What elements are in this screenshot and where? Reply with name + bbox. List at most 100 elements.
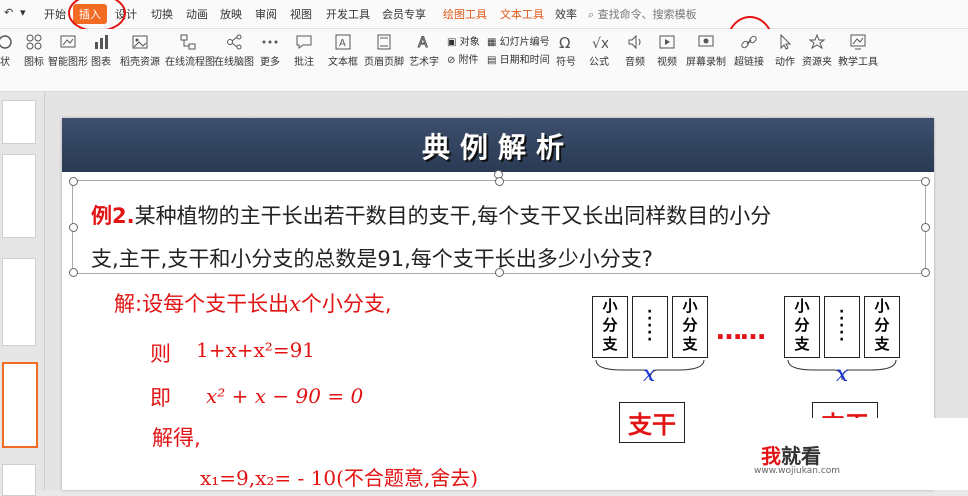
undo-icon[interactable]: ↶ — [4, 6, 13, 19]
teaching-tools-button[interactable]: 教学工具 — [838, 29, 878, 91]
tab-efficiency[interactable]: 效率 — [555, 6, 577, 22]
date-time-button[interactable]: ▤ 日期和时间 — [487, 51, 550, 66]
tab-text-tools[interactable]: 文本工具 — [500, 6, 544, 22]
image-icon — [132, 35, 148, 49]
shell-resources-button[interactable]: 稻壳资源 — [120, 29, 160, 91]
hyperlink-button[interactable]: 超链接 — [734, 29, 764, 91]
comment-icon — [296, 35, 312, 49]
more-button[interactable]: 更多 — [256, 29, 284, 91]
calendar-icon: ▤ — [487, 55, 500, 66]
mindmap-button[interactable]: 在线脑图 — [214, 29, 254, 91]
problem-line-2: 支,主干,支干和小分支的总数是91,每个支干长出多少小分支? — [91, 247, 653, 271]
watermark-logo: 我就看 — [761, 440, 821, 469]
slide-number-label: 幻灯片编号 — [499, 37, 550, 48]
tab-animation[interactable]: 动画 — [186, 6, 208, 22]
x-label: x — [643, 362, 656, 387]
problem-textbox[interactable]: 例2.某种植物的主干长出若干数目的支干,每个支干又长出同样数目的小分 支,主干,支… — [69, 177, 930, 277]
symbol-button[interactable]: Ω 符号 — [552, 29, 580, 91]
video-icon — [659, 35, 675, 49]
problem-line-1: 某种植物的主干长出若干数目的支干,每个支干又长出同样数目的小分 — [134, 204, 772, 228]
tab-slideshow[interactable]: 放映 — [220, 6, 242, 22]
mindmap-icon — [227, 34, 242, 50]
header-footer-label: 页眉页脚 — [364, 57, 404, 68]
resize-handle[interactable] — [69, 268, 78, 277]
ji-label: 即 — [150, 386, 171, 410]
resize-handle[interactable] — [921, 223, 930, 232]
teaching-tools-icon — [850, 34, 866, 50]
slide-title-banner: 典例解析 — [62, 118, 934, 172]
header-footer-icon — [377, 34, 391, 50]
resize-handle[interactable] — [921, 177, 930, 186]
solution-line-1: 解:设每个支干长出x个小分支, — [114, 288, 392, 318]
screen-record-icon — [698, 35, 714, 47]
flowchart-button[interactable]: 在线流程图 — [165, 29, 215, 91]
resize-handle[interactable] — [495, 177, 504, 186]
object-button[interactable]: ▣ 对象 — [447, 33, 480, 48]
svg-text:A: A — [418, 35, 428, 51]
equation-3: x₁=9,x₂= - 10(不合题意,舍去) — [200, 466, 479, 490]
slide-thumbnail-panel[interactable] — [0, 92, 45, 496]
screen-record-label: 屏幕录制 — [686, 57, 726, 68]
star-icon — [808, 33, 826, 50]
attachment-icon: ⊘ — [447, 55, 459, 66]
resize-handle[interactable] — [69, 223, 78, 232]
symbol-label: 符号 — [556, 57, 576, 68]
menu-bar: ↶ ▾ 开始 插入 设计 切换 动画 放映 审阅 视图 开发工具 会员专享 绘图… — [0, 0, 968, 29]
resize-handle[interactable] — [69, 177, 78, 186]
equation-2: x² + x − 90 = 0 — [206, 384, 364, 408]
textbox-button[interactable]: A 文本框 — [326, 29, 360, 91]
more-icon — [262, 40, 278, 44]
tab-drawing-tools[interactable]: 绘图工具 — [443, 6, 487, 22]
attachment-button[interactable]: ⊘ 附件 — [447, 51, 479, 66]
object-label: 对象 — [459, 37, 480, 48]
tab-developer[interactable]: 开发工具 — [326, 6, 370, 22]
video-button[interactable]: 视频 — [654, 29, 680, 91]
search-box[interactable]: ⌕ 查找命令、搜索模板 — [588, 6, 697, 22]
slide-thumbnail[interactable] — [2, 464, 36, 496]
tab-membership[interactable]: 会员专享 — [382, 6, 426, 22]
chart-icon — [95, 35, 108, 49]
ze-label: 则 — [150, 342, 171, 366]
attachment-label: 附件 — [458, 55, 479, 66]
formula-button[interactable]: √x 公式 — [585, 29, 613, 91]
tab-view[interactable]: 视图 — [290, 6, 312, 22]
variable-x: x — [289, 292, 301, 316]
watermark-url: www.wojiukan.com — [754, 466, 841, 476]
trunk-branch-box: 支干 — [619, 402, 685, 443]
icons-button[interactable]: 图标 — [22, 29, 46, 91]
dropdown-icon[interactable]: ▾ — [20, 6, 26, 19]
slide-title: 典例解析 — [421, 131, 574, 164]
wordart-button[interactable]: A 艺术字 — [407, 29, 441, 91]
chart-button[interactable]: 图表 — [90, 29, 112, 91]
brace-lines — [595, 359, 897, 381]
action-button[interactable]: 动作 — [772, 29, 798, 91]
slide-number-button[interactable]: ▦ 幻灯片编号 — [487, 33, 550, 48]
tab-review[interactable]: 审阅 — [255, 6, 277, 22]
slide-thumbnail[interactable] — [2, 100, 36, 144]
smart-art-button[interactable]: 智能图形 — [48, 29, 88, 91]
slide-thumbnail[interactable] — [2, 258, 36, 346]
comment-button[interactable]: 批注 — [292, 29, 316, 91]
resize-handle[interactable] — [921, 268, 930, 277]
watermark-logo-red: 我 — [761, 444, 781, 468]
slide-number-icon: ▦ — [487, 37, 500, 48]
header-footer-button[interactable]: 页眉页脚 — [364, 29, 404, 91]
shape-button[interactable]: 状 — [0, 29, 16, 91]
branch-box-dots: · · · · · — [632, 296, 668, 358]
slide-thumbnail-selected[interactable] — [2, 362, 38, 448]
audio-button[interactable]: 音频 — [622, 29, 648, 91]
resources-button[interactable]: 资源夹 — [800, 29, 834, 91]
solution-text: 解:设每个支干长出 — [114, 292, 290, 316]
tab-home[interactable]: 开始 — [44, 6, 66, 22]
insert-ribbon: 状 图标 智能图形 图表 稻壳资源 在线流程图 在线脑图 更多 批注 A 文本框… — [0, 29, 968, 92]
screen-record-button[interactable]: 屏幕录制 — [686, 29, 726, 91]
smart-art-icon — [60, 35, 76, 48]
branch-box: 小分支 — [592, 296, 628, 358]
smart-art-label: 智能图形 — [48, 57, 88, 68]
tab-transition[interactable]: 切换 — [151, 6, 173, 22]
shape-icon — [0, 35, 12, 49]
x-label: x — [836, 362, 849, 387]
speaker-icon — [628, 34, 641, 50]
comment-label: 批注 — [294, 57, 314, 68]
slide-thumbnail[interactable] — [2, 154, 36, 238]
